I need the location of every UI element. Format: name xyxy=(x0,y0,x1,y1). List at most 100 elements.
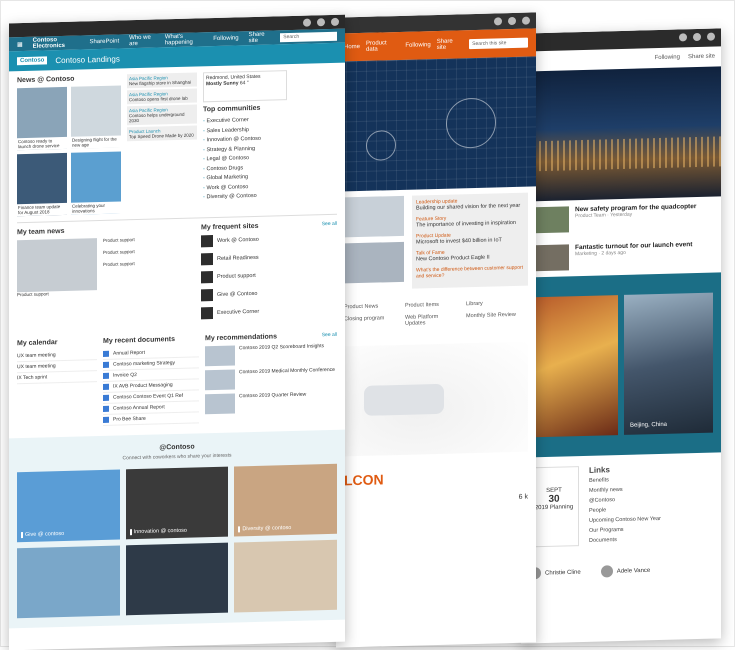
see-all-link[interactable]: See all xyxy=(322,332,337,339)
site-card[interactable]: Product support xyxy=(201,268,337,284)
site-card[interactable]: Give @ Contoso xyxy=(201,286,337,302)
recommendation-title: Contoso 2019 Quarter Review xyxy=(239,391,307,400)
following-button[interactable]: Following xyxy=(655,54,680,61)
person-card[interactable]: Christie Cline xyxy=(529,566,581,580)
hero-city-image[interactable] xyxy=(521,66,721,202)
marketing-collage: Following Share site New safety program … xyxy=(0,0,735,650)
image-gallery: Beijing, China xyxy=(521,272,721,458)
help-icon[interactable] xyxy=(693,32,701,42)
site-name: Work @ Contoso xyxy=(217,236,259,244)
nav-link[interactable]: Home xyxy=(344,44,360,50)
share-site-button[interactable]: Share site xyxy=(688,54,715,61)
recommendation-card[interactable]: Contoso 2019 Q2 Scoreboard Insights xyxy=(205,343,337,367)
metric-link[interactable]: Closing program xyxy=(344,315,399,328)
news-item[interactable]: Product Update Microsoft to invest $40 bi… xyxy=(416,231,524,246)
search-input[interactable]: Search this site xyxy=(469,37,528,50)
document-name: Invoice Q2 xyxy=(113,372,137,379)
hero-blueprint-image[interactable] xyxy=(336,56,536,192)
weather-card[interactable]: Redmond, United States Mostly Sunny 64 ° xyxy=(203,70,287,103)
blueprint-circle xyxy=(446,97,496,149)
team-news-item[interactable]: Product support xyxy=(103,260,193,268)
community-tile[interactable] xyxy=(17,545,120,619)
community-tile[interactable] xyxy=(125,542,229,616)
help-icon[interactable] xyxy=(317,18,325,27)
search-input[interactable]: Search xyxy=(280,31,338,42)
document-name: Contoso Contoso Event Q1 Ref xyxy=(113,392,184,401)
see-all-link[interactable]: See all xyxy=(322,221,337,228)
following-button[interactable]: Following xyxy=(213,35,238,42)
link-item[interactable]: Upcoming Contoso New Year xyxy=(589,514,661,526)
help-icon[interactable] xyxy=(508,16,516,26)
site-card[interactable]: Retail Readiness xyxy=(201,250,337,266)
community-link[interactable]: Diversity @ Contoso xyxy=(203,191,287,203)
avatar[interactable] xyxy=(331,17,339,26)
news-title: The importance of investing in inspirati… xyxy=(416,219,516,229)
link-item[interactable]: Documents xyxy=(589,534,661,546)
quick-metrics: Product News Product Items Library Closi… xyxy=(336,291,536,336)
team-news-item[interactable]: Product support xyxy=(103,236,193,244)
news-thumbnail[interactable] xyxy=(344,241,404,284)
news-item[interactable]: Asia Pacific Region Contoso opens first d… xyxy=(127,88,197,105)
site-card[interactable]: Executive Corner xyxy=(201,304,337,320)
quick-links: Links Benefits Monthly news @Contoso Peo… xyxy=(589,464,661,546)
settings-icon[interactable] xyxy=(303,18,311,27)
share-site-button[interactable]: Share site xyxy=(437,38,463,51)
metric-link[interactable]: Monthly Site Review xyxy=(466,312,521,325)
nav-link[interactable]: Who we are xyxy=(129,35,155,48)
news-card[interactable]: Contoso ready to launch drone service xyxy=(17,86,67,151)
news-title: Building our shared vision for the next … xyxy=(416,202,521,212)
settings-icon[interactable] xyxy=(679,33,687,42)
image-caption: Beijing, China xyxy=(630,421,668,429)
news-item[interactable]: Asia Pacific Region New flagship store in… xyxy=(127,72,197,89)
news-thumbnail[interactable] xyxy=(344,195,404,238)
settings-icon[interactable] xyxy=(494,17,502,26)
nav-link[interactable]: Product data xyxy=(366,40,399,53)
news-item[interactable]: Fantastic turnout for our launch event M… xyxy=(521,234,721,277)
site-name[interactable]: SharePoint xyxy=(89,39,119,46)
calendar-event[interactable]: IX Tech sprint xyxy=(17,371,97,385)
news-item[interactable]: New safety program for the quadcopter Pr… xyxy=(521,196,721,239)
avatar[interactable] xyxy=(707,32,715,41)
metric-link[interactable]: Product News xyxy=(344,303,399,311)
team-news-feature[interactable]: Product support xyxy=(17,238,97,298)
recommendation-card[interactable]: Contoso 2019 Medical Monthly Conference xyxy=(205,367,337,391)
document-name: Pro Bee Share xyxy=(113,415,146,423)
news-card[interactable]: Designing flight for the new age xyxy=(71,85,121,149)
news-card[interactable]: Celebrating your innovations xyxy=(71,151,121,215)
my-calendar: My calendar UX team meeting UX team meet… xyxy=(17,338,97,428)
brand-name[interactable]: Contoso Electronics xyxy=(33,37,80,50)
following-button[interactable]: Following xyxy=(405,42,430,49)
recommendations: My recommendations See all Contoso 2019 … xyxy=(205,332,337,423)
news-item[interactable]: Leadership update Building our shared vis… xyxy=(416,197,524,212)
metric-link[interactable]: Web Platform Updates xyxy=(405,313,460,327)
gallery-image-lanterns[interactable] xyxy=(529,295,618,438)
news-item[interactable]: What's the difference between customer s… xyxy=(416,265,524,280)
news-row: News @ Contoso Contoso ready to launch d… xyxy=(9,63,345,223)
document-row[interactable]: Pro Bee Share xyxy=(103,412,199,426)
event-card[interactable]: SEPT 30 2019 Planning xyxy=(529,466,579,548)
frequent-sites: My frequent sites See all Work @ Contoso… xyxy=(201,221,337,326)
metric-link[interactable]: Product Items xyxy=(405,301,460,309)
app-launcher-icon[interactable]: ▦ xyxy=(17,41,23,48)
news-item[interactable]: Asia Pacific Region Contoso helps undergr… xyxy=(127,104,197,126)
site-card[interactable]: Work @ Contoso xyxy=(201,232,337,248)
site-logo[interactable]: Contoso xyxy=(17,56,48,66)
news-item[interactable]: Feature Story The importance of investing… xyxy=(416,214,524,229)
news-item[interactable]: Product Launch Top Speed Drone Made by 20… xyxy=(127,125,197,142)
document-icon xyxy=(103,405,109,412)
news-card[interactable]: Finance team update for August 2018 xyxy=(17,152,67,217)
community-tile[interactable]: Diversity @ contoso xyxy=(234,463,337,537)
tile-caption: Give @ contoso xyxy=(21,530,65,539)
gallery-image-city[interactable]: Beijing, China xyxy=(624,292,713,435)
metric-link[interactable]: Library xyxy=(466,300,521,307)
news-item[interactable]: Talk of Fame New Contoso Product Eagle II xyxy=(416,248,524,263)
recommendation-card[interactable]: Contoso 2019 Quarter Review xyxy=(205,391,337,415)
community-tile[interactable]: Give @ contoso xyxy=(17,469,120,543)
community-tile[interactable]: Innovation @ contoso xyxy=(125,466,229,540)
team-news-item[interactable]: Product support xyxy=(103,248,193,256)
community-tile[interactable] xyxy=(234,539,337,613)
nav-link[interactable]: What's happening xyxy=(165,33,203,46)
avatar[interactable] xyxy=(522,16,530,25)
person-card[interactable]: Adele Vance xyxy=(600,564,650,578)
share-site-button[interactable]: Share site xyxy=(249,32,271,44)
